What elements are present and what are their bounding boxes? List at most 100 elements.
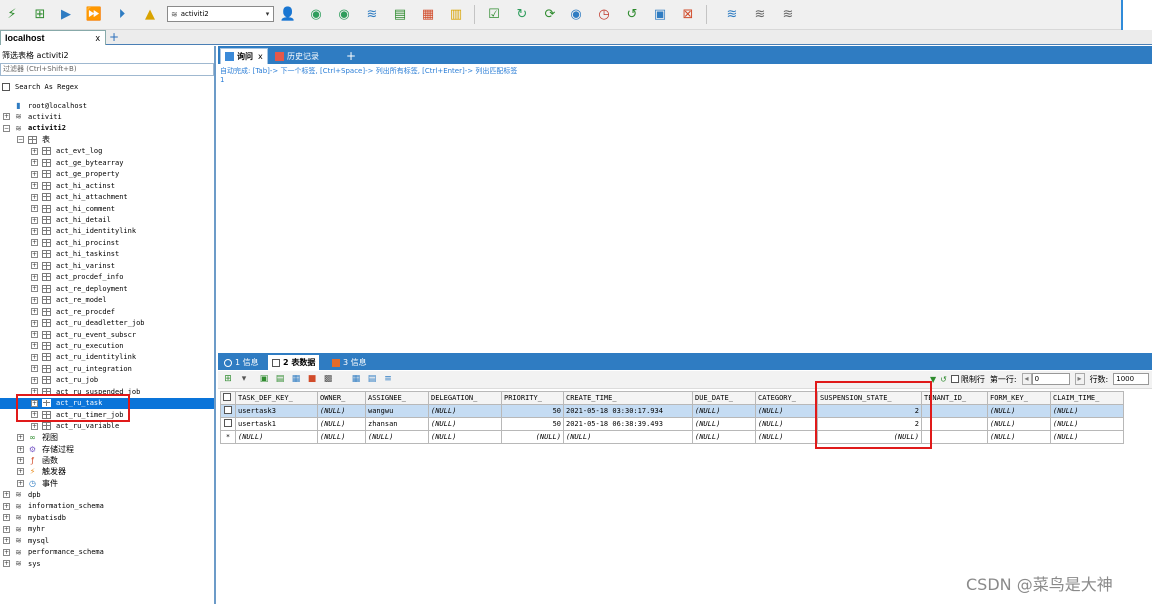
tree-item-act-hi-taskinst[interactable]: + act_hi_taskinst — [0, 249, 214, 260]
delete-row-icon[interactable]: ■ — [306, 374, 318, 385]
column-header[interactable]: DUE_DATE_ — [692, 391, 756, 405]
window-icon[interactable]: ▣ — [650, 4, 670, 24]
backup-icon[interactable]: ◉ — [306, 4, 326, 24]
close-icon[interactable]: x — [258, 52, 263, 61]
expand-icon[interactable]: + — [31, 147, 38, 155]
expand-icon[interactable]: + — [31, 296, 38, 304]
db-copy-icon[interactable]: ≋ — [778, 4, 798, 24]
expand-icon[interactable]: + — [3, 560, 10, 567]
expand-icon[interactable]: + — [31, 250, 38, 258]
expand-icon[interactable]: + — [17, 479, 24, 487]
table-cell[interactable]: (NULL) — [987, 417, 1051, 431]
column-header[interactable]: DELEGATION_ — [428, 391, 502, 405]
table-cell[interactable]: (NULL) — [755, 417, 818, 431]
report-icon[interactable]: ☑ — [484, 4, 504, 24]
expand-icon[interactable]: + — [31, 308, 38, 316]
expand-icon[interactable]: + — [31, 193, 38, 201]
table-cell[interactable]: 2021-05-18 03:30:17.934 — [563, 404, 693, 418]
save-changes-icon[interactable]: ▦ — [290, 374, 302, 385]
tree-item-act-ge-bytearray[interactable]: + act_ge_bytearray — [0, 157, 214, 168]
table-cell[interactable]: (NULL) — [692, 417, 756, 431]
execute-all-icon[interactable]: ⏩ — [84, 4, 104, 24]
expand-icon[interactable]: + — [31, 182, 38, 190]
limit-rows-checkbox[interactable] — [950, 375, 959, 383]
tree-item-performance-schema[interactable]: + ≋ performance_schema — [0, 547, 214, 558]
tree-item-act-ru-event-subscr[interactable]: + act_ru_event_subscr — [0, 329, 214, 340]
select-all-checkbox[interactable] — [223, 393, 231, 401]
table-cell[interactable]: usertask3 — [235, 404, 318, 418]
table-cell[interactable]: (NULL) — [365, 430, 429, 444]
insert-row-icon[interactable]: ⊞ — [222, 374, 234, 385]
table-cell[interactable]: zhansan — [365, 417, 429, 431]
job-icon[interactable]: ◷ — [594, 4, 614, 24]
collapse-icon[interactable]: − — [3, 124, 10, 132]
tree-item-act-ru-job[interactable]: + act_ru_job — [0, 375, 214, 386]
table-row[interactable]: usertask1 (NULL) zhansan (NULL) 50 2021-05-18… — [220, 417, 1124, 431]
expand-icon[interactable]: + — [17, 468, 24, 476]
tools-icon[interactable]: ≋ — [722, 4, 742, 24]
execute-current-icon[interactable]: ⏵ — [112, 4, 132, 24]
expand-icon[interactable]: + — [31, 205, 38, 213]
tree-item-root-localhost[interactable]: ▮ root@localhost — [0, 100, 214, 111]
tree-item-myhr[interactable]: + ≋ myhr — [0, 524, 214, 535]
expand-icon[interactable]: + — [31, 422, 38, 430]
table-cell[interactable]: (NULL) — [755, 404, 818, 418]
table-cell[interactable]: (NULL) — [1050, 430, 1124, 444]
reset-filter-icon[interactable]: ↺ — [940, 375, 947, 384]
tree-item-act-hi-detail[interactable]: + act_hi_detail — [0, 215, 214, 226]
form-view-icon[interactable]: ▤ — [366, 374, 378, 385]
tree-item--[interactable]: + ◷ 事件 — [0, 478, 214, 489]
tab-messages[interactable]: 1 信息 — [220, 355, 263, 370]
tree-item--[interactable]: + ⚡ 触发器 — [0, 466, 214, 477]
row-checkbox[interactable] — [224, 419, 232, 427]
column-header[interactable]: PRIORITY_ — [501, 391, 564, 405]
user-icon[interactable]: 👤 — [278, 4, 298, 24]
tree-item-act-evt-log[interactable]: + act_evt_log — [0, 146, 214, 157]
tree-item-act-hi-procinst[interactable]: + act_hi_procinst — [0, 237, 214, 248]
tree-item--[interactable]: + ⚙ 存储过程 — [0, 444, 214, 455]
tree-item-act-ru-deadletter-job[interactable]: + act_ru_deadletter_job — [0, 318, 214, 329]
column-header[interactable]: OWNER_ — [317, 391, 366, 405]
expand-icon[interactable]: + — [17, 445, 24, 453]
tree-item-act-ru-variable[interactable]: + act_ru_variable — [0, 421, 214, 432]
schedule-icon[interactable]: ◉ — [566, 4, 586, 24]
table-row[interactable]: usertask3 (NULL) wangwu (NULL) 50 2021-05-18 … — [220, 404, 1124, 418]
row-checkbox[interactable] — [224, 406, 232, 414]
expand-icon[interactable]: + — [31, 331, 38, 338]
new-query-icon[interactable]: ⊞ — [30, 4, 50, 24]
tree-item-mysql[interactable]: + ≋ mysql — [0, 535, 214, 546]
table-cell[interactable]: (NULL) — [987, 430, 1051, 444]
new-row-marker[interactable]: * — [220, 430, 236, 444]
regex-checkbox[interactable] — [2, 83, 10, 91]
table-cell[interactable]: (NULL) — [692, 404, 756, 418]
sync-icon[interactable]: ⟳ — [540, 4, 560, 24]
save-icon[interactable]: ▣ — [258, 374, 270, 385]
grid-icon[interactable]: ▥ — [446, 4, 466, 24]
previous-page-icon[interactable]: ◂ — [1021, 373, 1032, 385]
import-icon[interactable]: ≋ — [362, 4, 382, 24]
tree-item--[interactable]: + ƒ 函数 — [0, 455, 214, 466]
table-cell[interactable]: (NULL) — [987, 404, 1051, 418]
regex-option[interactable]: Search As Regex — [2, 83, 78, 91]
tree-item-act-ge-property[interactable]: + act_ge_property — [0, 169, 214, 180]
column-header[interactable]: ASSIGNEE_ — [365, 391, 429, 405]
tree-item-act-hi-identitylink[interactable]: + act_hi_identitylink — [0, 226, 214, 237]
expand-icon[interactable]: + — [31, 227, 38, 235]
filter-input[interactable]: 过滤器 (Ctrl+Shift+B) — [0, 63, 214, 76]
expand-icon[interactable]: + — [3, 113, 10, 121]
db-sync-icon[interactable]: ≋ — [750, 4, 770, 24]
expand-icon[interactable]: + — [31, 285, 38, 293]
tab-query[interactable]: 询问 x — [220, 48, 268, 64]
expand-icon[interactable]: + — [3, 491, 10, 499]
expand-icon[interactable]: + — [31, 342, 38, 350]
tree-item--[interactable]: − 表 — [0, 134, 214, 145]
expand-icon[interactable]: + — [31, 273, 38, 281]
table-cell[interactable]: (NULL) — [235, 430, 318, 444]
tree-item--[interactable]: + ∞ 视图 — [0, 432, 214, 443]
tree-item-act-hi-attachment[interactable]: + act_hi_attachment — [0, 192, 214, 203]
expand-icon[interactable]: + — [31, 353, 38, 361]
tree-item-act-hi-varinst[interactable]: + act_hi_varinst — [0, 260, 214, 271]
tree-item-act-hi-comment[interactable]: + act_hi_comment — [0, 203, 214, 214]
column-header[interactable]: TASK_DEF_KEY_ — [235, 391, 318, 405]
table-cell[interactable]: (NULL) — [317, 430, 366, 444]
